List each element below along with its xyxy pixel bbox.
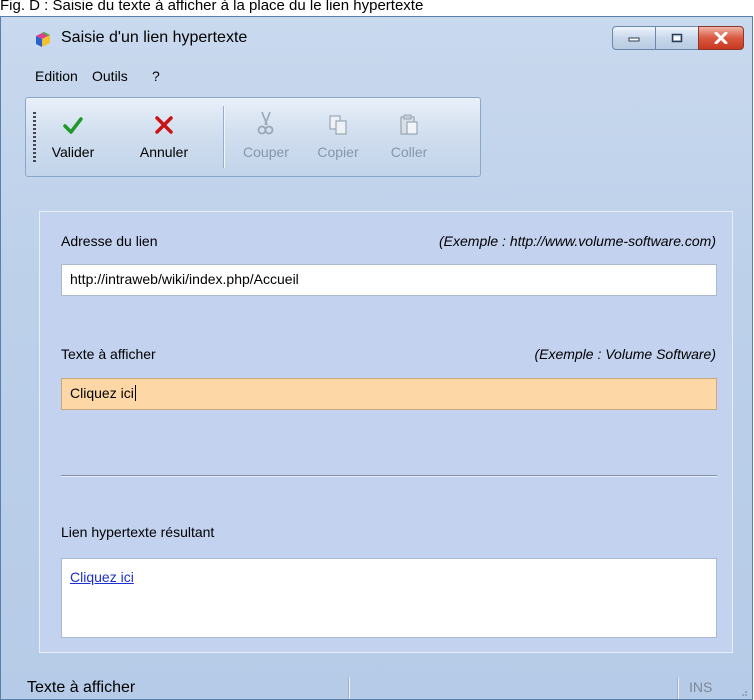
checkmark-icon — [63, 117, 83, 134]
copier-label: Copier — [317, 144, 359, 160]
result-preview: Cliquez ici — [61, 558, 717, 638]
close-icon — [714, 32, 728, 44]
title-bar: Saisie d'un lien hypertexte — [1, 17, 752, 61]
scissors-icon — [257, 111, 274, 135]
menu-bar: Edition Outils ? — [1, 65, 752, 89]
minimize-button[interactable] — [612, 26, 656, 50]
annuler-button[interactable]: Annuler — [129, 102, 199, 172]
status-separator — [348, 677, 349, 699]
result-link[interactable]: Cliquez ici — [70, 569, 134, 585]
maximize-button[interactable] — [655, 26, 699, 50]
text-input-value: Cliquez ici — [70, 385, 134, 401]
section-divider — [61, 475, 717, 476]
copy-icon — [329, 115, 347, 135]
couper-button[interactable]: Couper — [234, 102, 298, 172]
menu-edition[interactable]: Edition — [35, 68, 78, 84]
app-icon — [36, 32, 50, 47]
valider-button[interactable]: Valider — [43, 102, 103, 172]
annuler-label: Annuler — [139, 144, 189, 160]
couper-label: Couper — [243, 144, 289, 160]
paste-icon — [400, 114, 418, 135]
close-button[interactable] — [698, 26, 744, 50]
menu-help[interactable]: ? — [152, 68, 160, 84]
address-input[interactable]: http://intraweb/wiki/index.php/Accueil — [61, 264, 717, 296]
form-panel: Adresse du lien (Exemple : http://www.vo… — [39, 211, 733, 653]
status-bar: Texte à afficher INS — [1, 677, 752, 700]
figure-caption: Fig. D : Saisie du texte à afficher à la… — [0, 0, 424, 14]
hyperlink-dialog: Saisie d'un lien hypertexte Edition Outi… — [0, 16, 753, 700]
window-title: Saisie d'un lien hypertexte — [61, 29, 248, 46]
valider-label: Valider — [51, 144, 95, 160]
coller-button[interactable]: Coller — [377, 102, 441, 172]
result-label: Lien hypertexte résultant — [61, 524, 215, 540]
copier-button[interactable]: Copier — [306, 102, 370, 172]
text-label: Texte à afficher — [61, 346, 156, 362]
insert-mode-indicator: INS — [689, 679, 713, 695]
menu-outils[interactable]: Outils — [92, 68, 128, 84]
maximize-icon — [671, 33, 683, 43]
coller-label: Coller — [390, 144, 428, 160]
status-text: Texte à afficher — [27, 679, 136, 696]
cross-icon — [155, 116, 173, 134]
address-example: (Exemple : http://www.volume-software.co… — [439, 233, 716, 249]
resize-grip-icon[interactable] — [738, 687, 748, 697]
text-cursor — [134, 385, 136, 401]
text-example: (Exemple : Volume Software) — [534, 346, 716, 362]
toolbar-separator — [223, 106, 224, 168]
text-input[interactable]: Cliquez ici — [61, 378, 717, 410]
toolbar-grip[interactable] — [33, 112, 36, 164]
address-label: Adresse du lien — [61, 233, 158, 249]
status-separator — [677, 677, 678, 699]
toolbar: Valider Annuler Couper Copier Coller — [25, 97, 481, 177]
minimize-icon — [628, 37, 640, 42]
